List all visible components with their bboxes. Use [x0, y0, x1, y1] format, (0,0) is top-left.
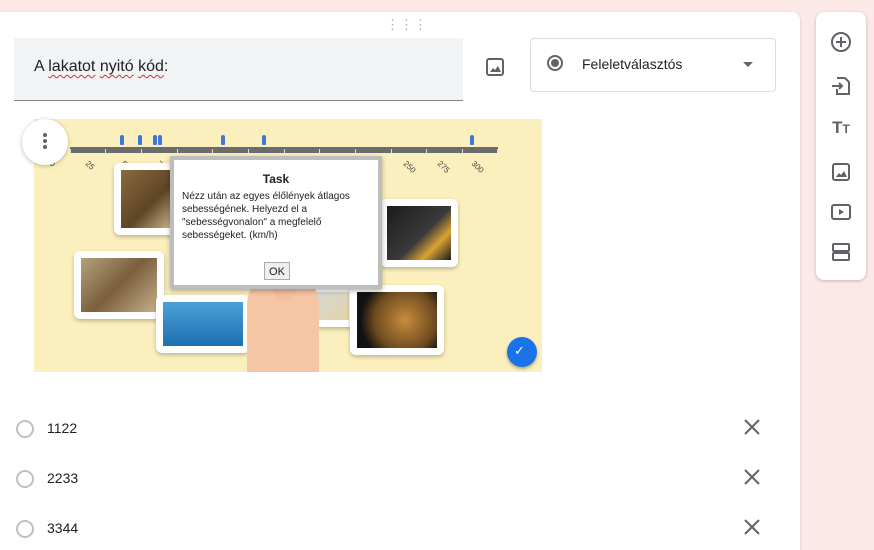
task-dialog-title: Task: [262, 172, 290, 186]
image-icon: [832, 163, 850, 181]
remove-option-button[interactable]: [740, 415, 764, 439]
tick-label: 25: [83, 159, 97, 172]
timeline-pin: [138, 135, 142, 145]
option-radio[interactable]: [16, 470, 34, 488]
question-card: ⋮⋮⋮ A lakatot nyitó kód: Feleletválasztó…: [0, 12, 800, 550]
close-icon: [744, 469, 760, 485]
remove-option-button[interactable]: [740, 515, 764, 539]
title-text-icon: TT: [832, 118, 850, 137]
option-radio[interactable]: [16, 420, 34, 438]
horse-photo: [114, 163, 178, 235]
question-title-text[interactable]: A lakatot nyitó kód:: [34, 58, 168, 76]
option-label[interactable]: 3344: [47, 520, 78, 536]
add-circle-icon: [831, 32, 851, 52]
task-dialog-ok-button: OK: [264, 262, 290, 280]
check-badge-icon: ✓: [507, 337, 537, 367]
close-icon: [744, 519, 760, 535]
section-icon: [832, 243, 850, 261]
tick-label: 250: [401, 159, 418, 175]
task-dialog-body: Nézz után az egyes élőlények átlagos seb…: [182, 191, 350, 241]
dropdown-arrow-icon: [743, 62, 753, 67]
timeline-pin: [262, 135, 266, 145]
question-type-dropdown[interactable]: Feleletválasztós: [530, 38, 776, 92]
option-row: 2233: [0, 459, 800, 499]
add-video-button[interactable]: [829, 200, 853, 224]
option-row: 1122: [0, 409, 800, 449]
remove-option-button[interactable]: [740, 465, 764, 489]
option-radio[interactable]: [16, 520, 34, 538]
import-icon: [832, 77, 850, 95]
option-row: 3344: [0, 509, 800, 549]
tick-label: 300: [469, 159, 486, 175]
import-questions-button[interactable]: [829, 74, 853, 98]
eagle-photo: [380, 199, 458, 267]
timeline-pin: [221, 135, 225, 145]
lion-photo: [350, 285, 444, 355]
dolphin-photo: [156, 295, 250, 353]
falcon-photo: [74, 251, 164, 319]
option-label[interactable]: 2233: [47, 470, 78, 486]
timeline-pin: [153, 135, 157, 145]
add-question-button[interactable]: [829, 30, 853, 54]
question-type-label: Feleletválasztós: [582, 56, 683, 72]
add-image-button[interactable]: [480, 52, 510, 82]
task-dialog: Task Nézz után az egyes élőlények átlago…: [170, 156, 382, 289]
tick-label: 275: [435, 159, 452, 175]
timeline-pin: [470, 135, 474, 145]
radio-button-icon: [547, 55, 563, 71]
timeline-pin: [120, 135, 124, 145]
close-icon: [744, 419, 760, 435]
question-title-field[interactable]: A lakatot nyitó kód:: [14, 38, 463, 101]
more-vert-icon: [43, 133, 47, 151]
image-options-button[interactable]: [22, 119, 68, 165]
image-icon: [486, 58, 504, 76]
add-title-button[interactable]: TT: [829, 116, 853, 140]
add-image-toolbar-button[interactable]: [829, 160, 853, 184]
side-toolbar: TT: [816, 12, 866, 280]
drag-handle-icon[interactable]: ⋮⋮⋮: [386, 18, 428, 31]
question-image[interactable]: 0 25 50 75 250 275 300 ✓ Task Nézz után: [34, 119, 542, 372]
option-label[interactable]: 1122: [47, 420, 77, 436]
video-icon: [831, 204, 851, 220]
add-section-button[interactable]: [829, 240, 853, 264]
timeline-pin: [158, 135, 162, 145]
